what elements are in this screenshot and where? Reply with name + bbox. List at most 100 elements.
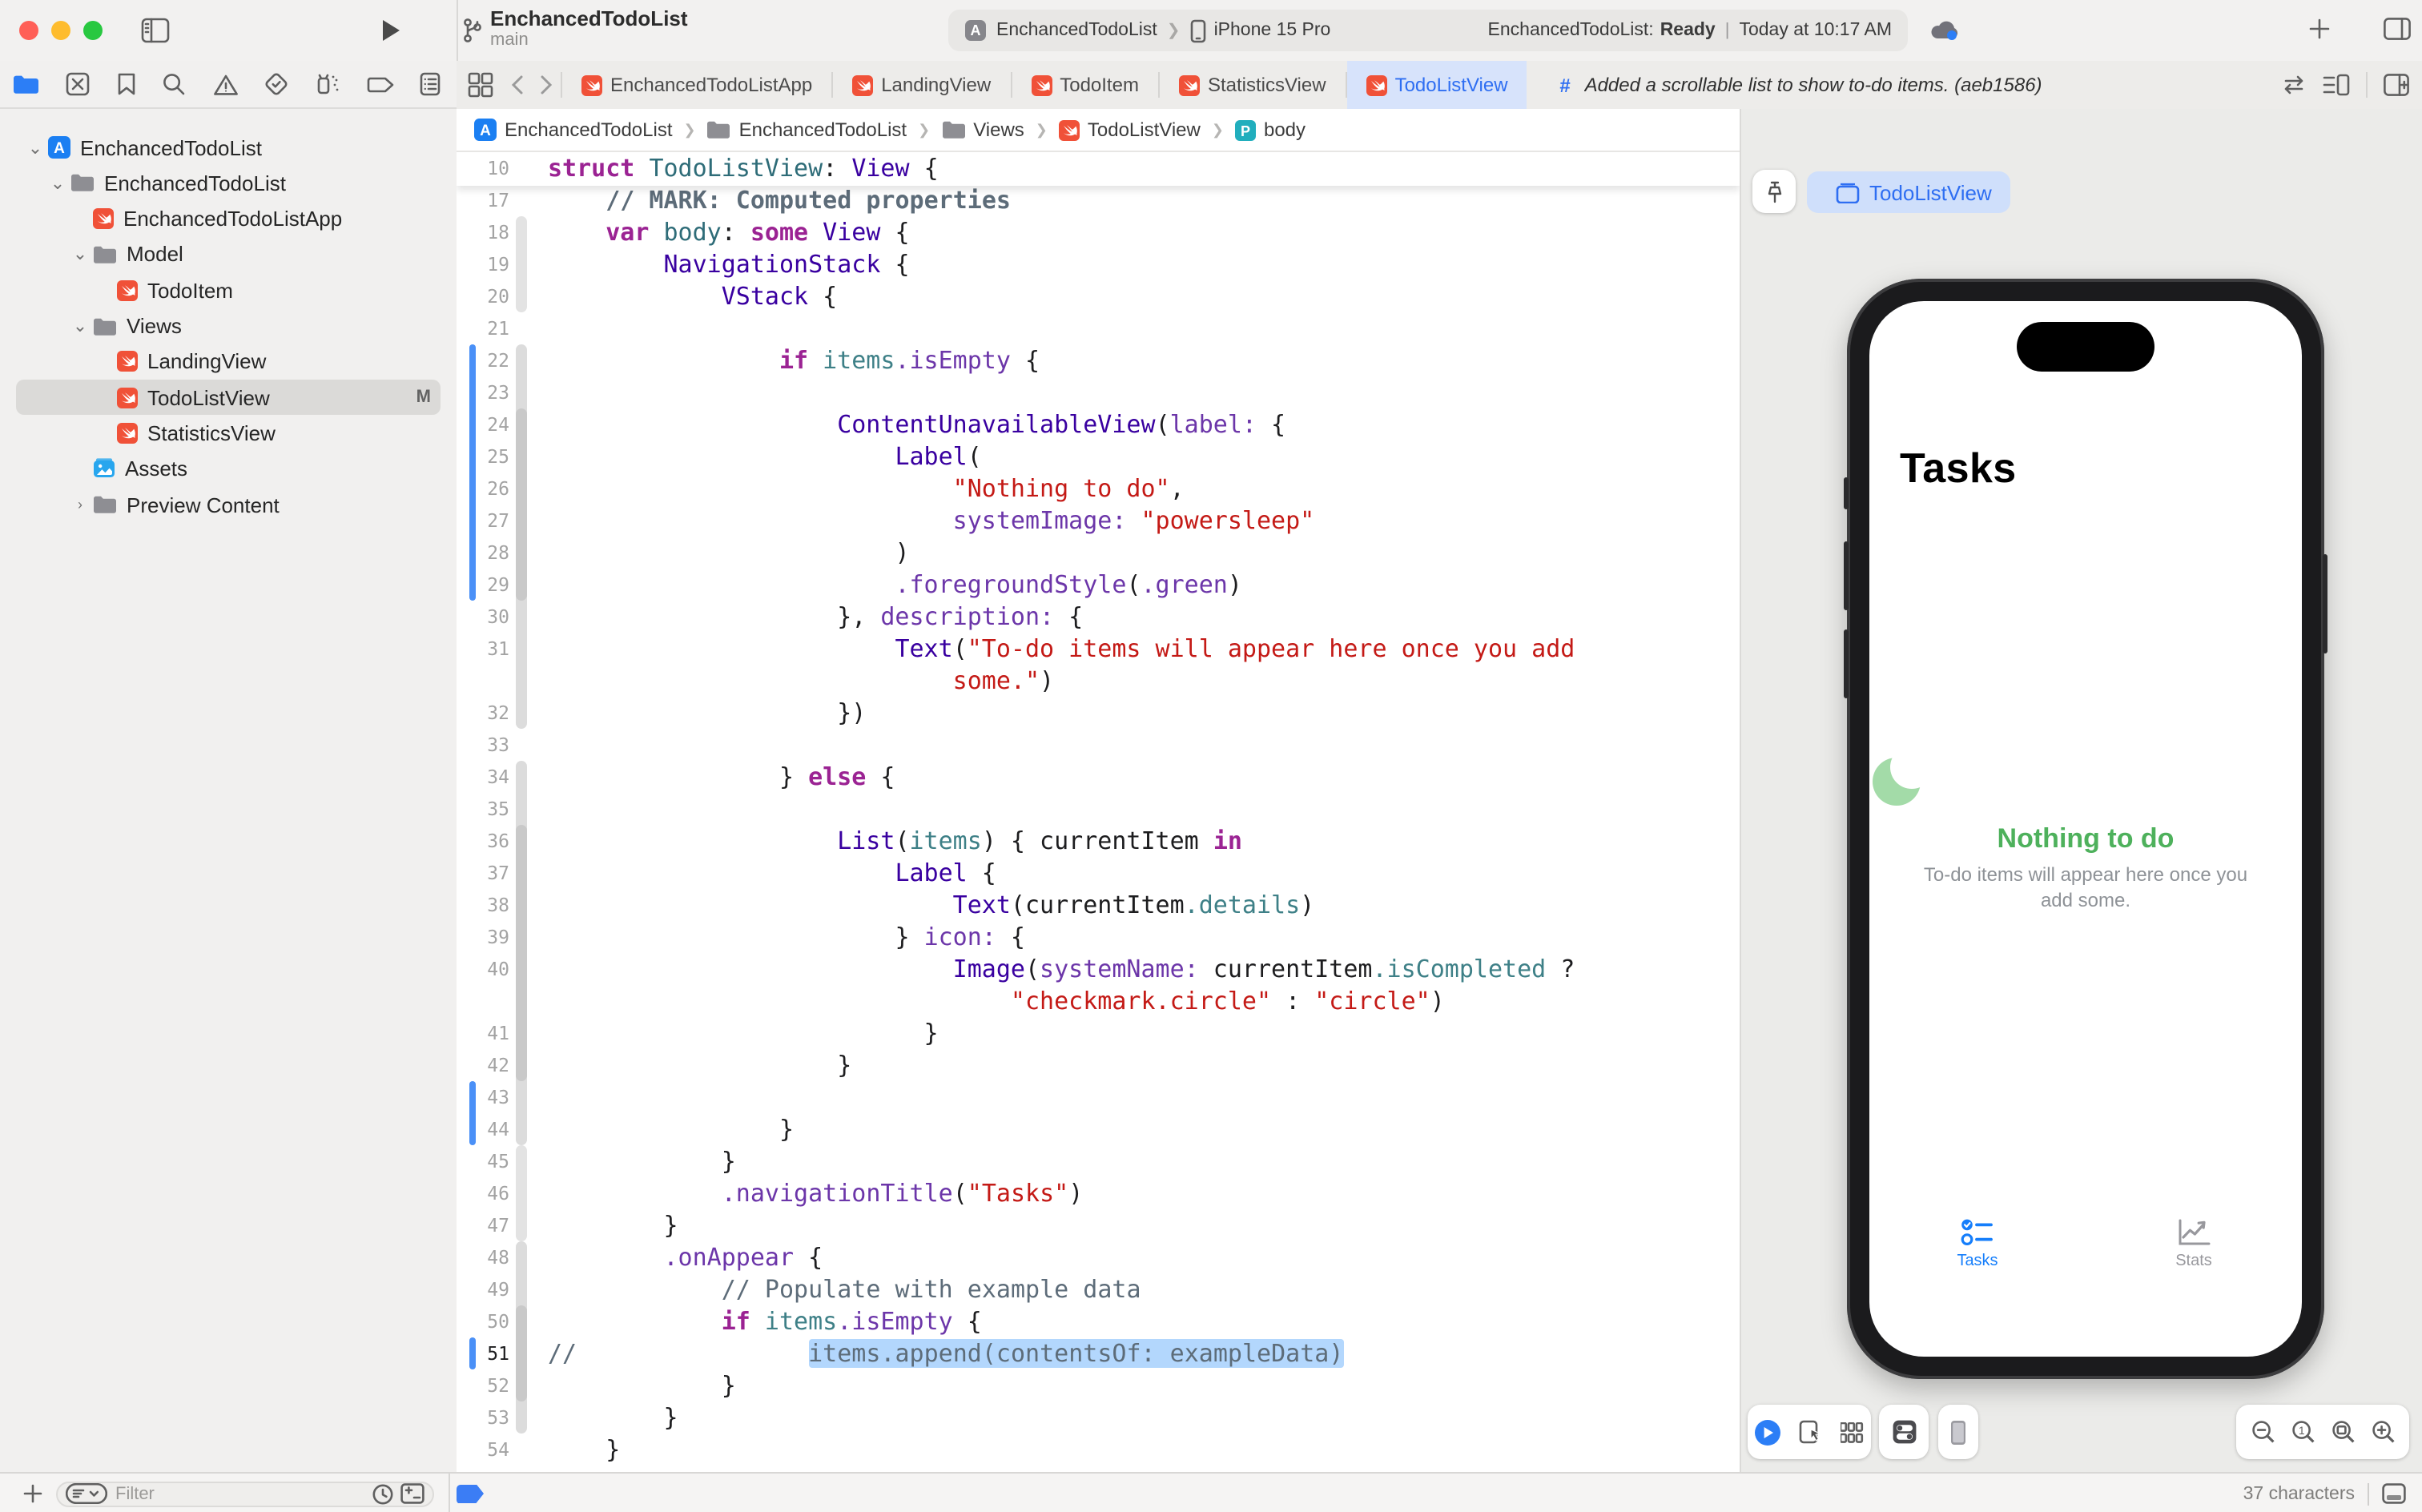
breakpoint-tag-icon[interactable] — [457, 1484, 484, 1503]
breadcrumb-enchancedtodolist[interactable]: AEnchancedTodoList — [474, 119, 673, 141]
sidebar-item-landingview[interactable]: LandingView — [0, 344, 457, 380]
source-editor[interactable]: 17// MARK: Computed properties18var body… — [457, 152, 1740, 1472]
breadcrumb-views[interactable]: Views — [941, 119, 1024, 141]
add-editor-plus-icon[interactable] — [2308, 18, 2331, 40]
code-line-41: 41} — [457, 1017, 1740, 1049]
disclosure-chevron[interactable]: ⌄ — [50, 173, 66, 194]
test-icon[interactable] — [264, 72, 288, 96]
source-control-icon[interactable] — [66, 72, 91, 96]
preview-target-chip[interactable]: TodoListView — [1807, 171, 2011, 213]
breakpoint-icon[interactable] — [366, 74, 393, 94]
disclosure-chevron[interactable]: ⌄ — [72, 244, 88, 265]
sidebar-item-todoitem[interactable]: TodoItem — [0, 272, 457, 308]
sticky-scope-header: 10struct TodoListView: View { — [457, 152, 1740, 186]
related-items-icon[interactable] — [468, 72, 493, 98]
sidebar-item-views[interactable]: ⌄Views — [0, 308, 457, 344]
project-navigator-icon[interactable] — [13, 74, 40, 94]
disclosure-chevron[interactable]: ⌄ — [72, 316, 88, 336]
code-line-54: 54} — [457, 1434, 1740, 1466]
go-back-icon[interactable] — [511, 75, 524, 94]
add-item-icon[interactable] — [22, 1483, 43, 1504]
line-number: 35 — [457, 793, 509, 825]
window-close-button[interactable] — [19, 21, 38, 40]
scheme-name[interactable]: EnchancedTodoList — [996, 21, 1157, 40]
sidebar-item-model[interactable]: ⌄Model — [0, 237, 457, 272]
tab-todoitem[interactable]: TodoItem — [1012, 61, 1158, 109]
iphone-screen[interactable]: Tasks Nothing to do To-do items will app… — [1869, 301, 2302, 1357]
xcode-cloud-status-icon[interactable] — [1930, 18, 1959, 42]
split-editor-icon[interactable] — [2384, 74, 2409, 96]
line-number: 34 — [457, 761, 509, 793]
line-number: 49 — [457, 1273, 509, 1305]
phone-tab-stats[interactable]: Stats — [2086, 1217, 2302, 1270]
issue-icon[interactable] — [212, 73, 238, 95]
live-preview-button[interactable] — [1754, 1418, 1781, 1446]
scm-filter-icon[interactable] — [400, 1483, 424, 1504]
editor-options-icon[interactable] — [2323, 74, 2350, 96]
sidebar-item-enchancedtodolist[interactable]: ⌄EnchancedTodoList — [0, 166, 457, 201]
activity-status-pill[interactable]: A EnchancedTodoList ❯ iPhone 15 Pro Ench… — [948, 10, 1908, 51]
breadcrumb-todolistview[interactable]: TodoListView — [1059, 119, 1201, 141]
zoom-100-icon[interactable]: 1 — [2290, 1419, 2315, 1445]
line-number: 32 — [457, 697, 509, 729]
sidebar-item-statisticsview[interactable]: StatisticsView — [0, 416, 457, 451]
swift-icon — [117, 352, 138, 372]
sidebar-item-assets[interactable]: Assets — [0, 451, 457, 486]
disclosure-chevron[interactable]: ⌄ — [27, 137, 43, 158]
commit-message: Added a scrollable list to show to-do it… — [1585, 74, 2042, 96]
sidebar-item-enchancedtodolist[interactable]: ⌄AEnchancedTodoList — [0, 130, 457, 165]
toggle-left-sidebar-icon[interactable] — [141, 18, 170, 43]
preview-mode-group — [1748, 1405, 1871, 1459]
zoom-in-icon[interactable] — [2370, 1419, 2396, 1445]
tab-landingview[interactable]: LandingView — [833, 61, 1010, 109]
filter-field[interactable]: Filter — [56, 1481, 434, 1506]
window-zoom-button[interactable] — [83, 21, 103, 40]
filter-menu-icon[interactable] — [66, 1483, 107, 1504]
commit-banner[interactable]: # Added a scrollable list to show to-do … — [1527, 61, 2268, 109]
phone-tab-tasks[interactable]: Tasks — [1869, 1217, 2086, 1270]
tab-todolistview[interactable]: TodoListView — [1347, 61, 1527, 109]
line-number: 25 — [457, 440, 509, 472]
code-line-43: 43 — [457, 1081, 1740, 1113]
toggle-inspector-icon[interactable] — [2384, 18, 2411, 40]
line-number: 36 — [457, 825, 509, 857]
sidebar-item-enchancedtodolistapp[interactable]: EnchancedTodoListApp — [0, 201, 457, 236]
run-destination[interactable]: iPhone 15 Pro — [1214, 21, 1331, 40]
variants-mode-button[interactable] — [1841, 1422, 1865, 1442]
tab-enchancedtodolistapp[interactable]: EnchancedTodoListApp — [562, 61, 831, 109]
zoom-fit-icon[interactable] — [2330, 1419, 2356, 1445]
line-number: 21 — [457, 312, 509, 344]
find-icon[interactable] — [162, 72, 186, 96]
disclosure-chevron[interactable]: › — [72, 497, 88, 513]
zoom-out-icon[interactable] — [2250, 1419, 2275, 1445]
action-button — [1844, 477, 1849, 509]
breadcrumb-body[interactable]: Pbody — [1235, 119, 1306, 141]
report-icon[interactable] — [420, 72, 441, 96]
editor-dock-icon[interactable] — [2382, 1483, 2406, 1504]
svg-text:1: 1 — [2298, 1424, 2304, 1437]
sidebar-item-todolistview[interactable]: TodoListViewM — [0, 380, 457, 415]
sidebar-item-label: EnchancedTodoListApp — [123, 207, 342, 231]
pin-preview-button[interactable] — [1752, 170, 1796, 213]
status-time: Today at 10:17 AM — [1739, 21, 1892, 40]
window-minimize-button[interactable] — [51, 21, 70, 40]
line-number: 53 — [457, 1401, 509, 1434]
run-button[interactable] — [380, 18, 402, 43]
selectable-mode-button[interactable] — [1799, 1419, 1823, 1445]
bookmark-icon[interactable] — [117, 72, 136, 96]
debug-icon[interactable] — [315, 72, 340, 96]
device-settings-button[interactable] — [1879, 1405, 1929, 1459]
toolbar-divider — [457, 0, 458, 61]
line-number: 17 — [457, 184, 509, 216]
swap-editor-icon[interactable] — [2281, 75, 2307, 94]
sidebar-item-label: Preview Content — [127, 493, 280, 517]
sidebar-item-preview-content[interactable]: › Preview Content — [0, 487, 457, 522]
line-number: 28 — [457, 537, 509, 569]
recent-filter-icon[interactable] — [372, 1482, 394, 1505]
breadcrumb-enchancedtodolist[interactable]: EnchancedTodoList — [707, 119, 907, 141]
tab-statisticsview[interactable]: StatisticsView — [1160, 61, 1346, 109]
go-forward-icon[interactable] — [540, 75, 553, 94]
line-number: 33 — [457, 729, 509, 761]
orientation-button[interactable] — [1938, 1405, 1978, 1459]
code-line-26: 26"Nothing to do", — [457, 472, 1740, 505]
